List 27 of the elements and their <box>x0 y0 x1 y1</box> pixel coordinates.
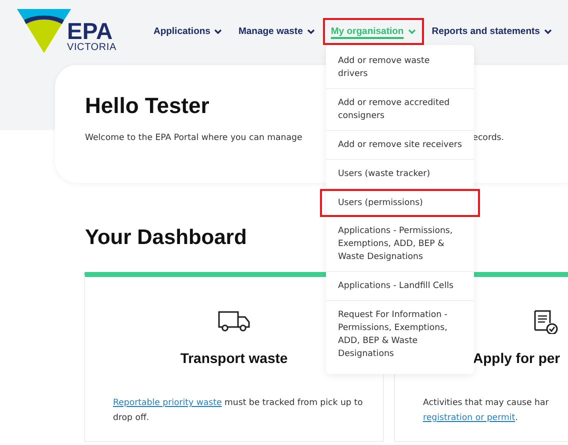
nav-menu-item[interactable]: Reports and statements <box>426 20 558 42</box>
card-heading: Transport waste <box>180 350 288 366</box>
logo-subtitle: VICTORIA <box>67 42 116 53</box>
nav-menu-item[interactable]: Manage waste <box>232 20 321 42</box>
dashboard-heading: Your Dashboard <box>85 226 247 250</box>
dropdown-item[interactable]: Add or remove site receivers <box>326 131 474 160</box>
chevron-down-icon <box>214 28 222 34</box>
welcome-heading: Hello Tester <box>85 93 210 119</box>
nav-menu-item[interactable]: Applications <box>147 20 228 42</box>
chevron-down-icon <box>306 28 315 34</box>
truck-icon <box>218 310 250 334</box>
link[interactable]: registration or permit <box>423 413 516 423</box>
card-description: Activities that may cause har registration or permit. <box>423 397 550 425</box>
chevron-down-icon <box>544 28 552 34</box>
dropdown-item[interactable]: Add or remove waste drivers <box>326 47 474 89</box>
dropdown-item[interactable]: Request For Information - Permissions, Exemptions, ADD, BEP & Waste Designations <box>326 301 474 368</box>
dropdown-item[interactable]: Applications - Permissions, Exemptions, ADD, BEP & Waste Designations <box>326 217 474 272</box>
dropdown-item[interactable]: Add or remove accredited consigners <box>326 89 474 131</box>
welcome-text: Welcome to the EPA Portal where you can manage <box>85 133 302 143</box>
card-heading: Apply for per <box>473 350 562 366</box>
link[interactable]: Reportable priority waste <box>113 398 222 408</box>
dropdown-item[interactable]: Users (permissions) <box>320 189 480 217</box>
card-description: Reportable priority waste must be tracked from pick up to drop off. <box>113 397 363 425</box>
dropdown-item[interactable]: Users (waste tracker) <box>326 160 474 189</box>
dropdown-item[interactable]: Applications - Landfill Cells <box>326 272 474 301</box>
logo-name: EPA <box>67 20 113 42</box>
chevron-down-icon <box>408 28 416 34</box>
